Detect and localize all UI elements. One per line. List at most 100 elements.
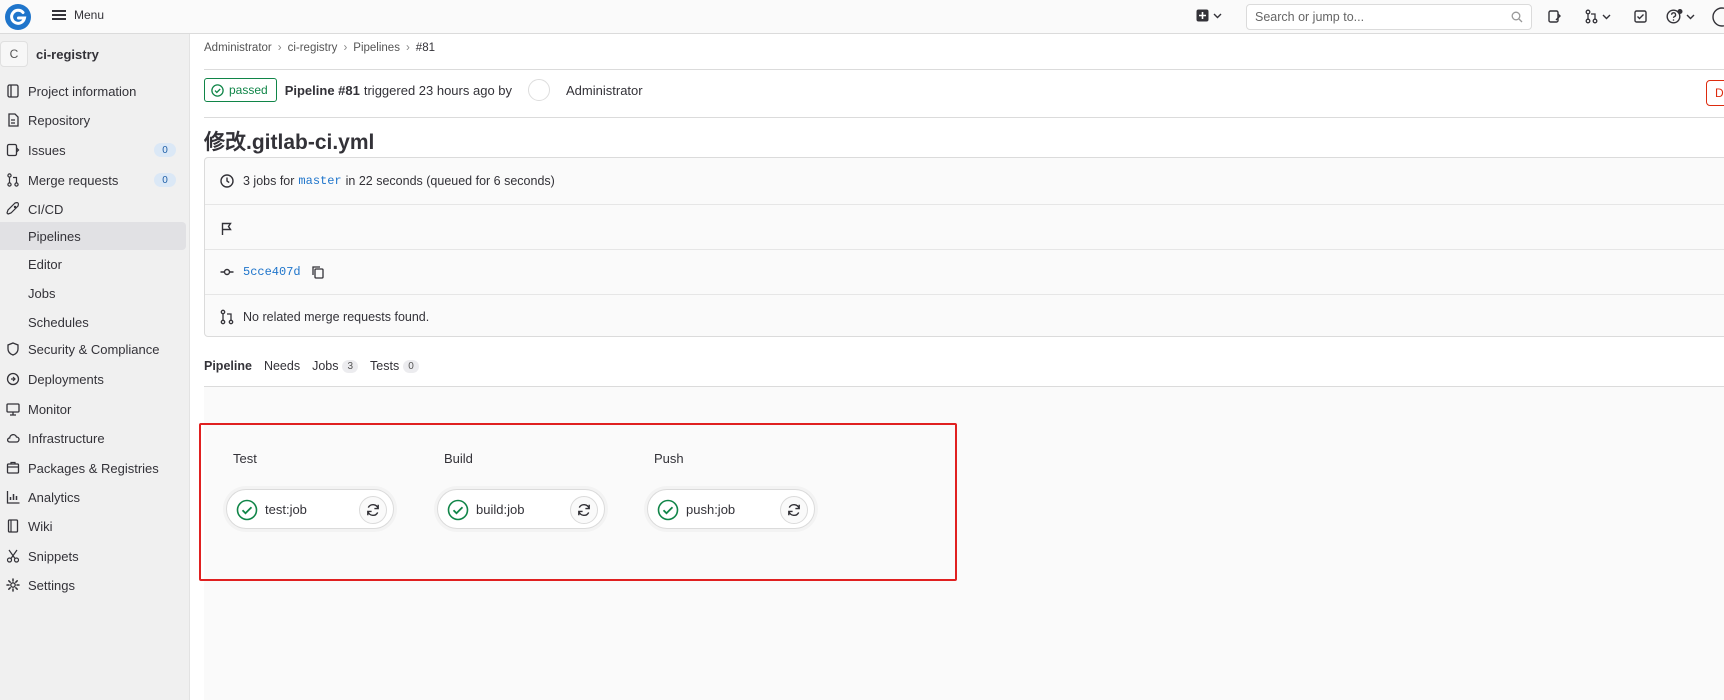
divider xyxy=(204,117,1724,118)
stage-title-build: Build xyxy=(444,451,473,466)
project-name: ci-registry xyxy=(36,46,99,62)
monitor-icon xyxy=(6,403,20,416)
gitlab-logo-icon[interactable] xyxy=(4,3,32,31)
tab-jobs[interactable]: Jobs 3 xyxy=(312,359,359,375)
sidebar-item-label: Packages & Registries xyxy=(28,460,159,476)
search-box[interactable] xyxy=(1246,4,1532,30)
copy-icon[interactable] xyxy=(311,265,325,279)
merge-request-icon xyxy=(1585,9,1598,24)
top-bar: Menu xyxy=(0,0,1724,34)
search-input[interactable] xyxy=(1247,5,1497,29)
status-success-icon xyxy=(211,83,224,97)
help-button[interactable] xyxy=(1666,9,1695,24)
tab-label: Jobs xyxy=(312,359,339,373)
help-icon xyxy=(1666,9,1683,24)
divider xyxy=(205,249,1724,250)
breadcrumb-item-pipelines[interactable]: Pipelines xyxy=(353,42,400,54)
user-avatar-button[interactable] xyxy=(1712,7,1724,27)
deployments-icon xyxy=(6,372,20,386)
sidebar-subitem-jobs[interactable]: Jobs xyxy=(0,279,186,307)
cloud-icon xyxy=(6,434,20,443)
jobs-count-text: 3 jobs for xyxy=(243,174,295,188)
sidebar-item-issues[interactable]: Issues 0 xyxy=(0,137,186,163)
delete-button[interactable]: De xyxy=(1706,80,1724,106)
chevron-right-icon: › xyxy=(277,42,282,54)
divider xyxy=(204,69,1724,70)
sidebar-subitem-label: Editor xyxy=(28,256,62,272)
project-info-icon xyxy=(7,84,19,98)
retry-button[interactable] xyxy=(570,496,598,524)
tab-pipeline[interactable]: Pipeline xyxy=(204,359,252,375)
chevron-right-icon: › xyxy=(343,42,348,54)
status-label: passed xyxy=(229,83,268,97)
sidebar-item-label: Deployments xyxy=(28,371,104,387)
repository-icon xyxy=(8,113,19,127)
status-badge[interactable]: passed xyxy=(204,78,277,102)
job-test[interactable]: test:job xyxy=(226,489,394,529)
job-build[interactable]: build:job xyxy=(437,489,605,529)
sidebar-item-packages-registries[interactable]: Packages & Registries xyxy=(0,455,186,481)
pipeline-user[interactable]: Administrator xyxy=(566,83,643,98)
breadcrumb-item-project[interactable]: ci-registry xyxy=(288,42,338,54)
retry-button[interactable] xyxy=(780,496,808,524)
menu-button[interactable]: Menu xyxy=(52,8,104,22)
tab-needs[interactable]: Needs xyxy=(264,359,300,375)
sidebar-subitem-editor[interactable]: Editor xyxy=(0,250,186,278)
duration-text: in 22 seconds (queued for 6 seconds) xyxy=(345,174,555,188)
create-new-button[interactable] xyxy=(1196,9,1222,22)
sidebar-item-label: Repository xyxy=(28,112,91,128)
todo-check-icon xyxy=(1634,10,1647,23)
sidebar-subitem-label: Jobs xyxy=(28,285,56,301)
plus-square-icon xyxy=(1196,9,1209,22)
sidebar-item-wiki[interactable]: Wiki xyxy=(0,513,186,539)
sidebar-subitem-schedules[interactable]: Schedules xyxy=(0,308,186,336)
sidebar-item-label: Merge requests xyxy=(28,172,119,188)
breadcrumb-item-administrator[interactable]: Administrator xyxy=(204,42,272,54)
tab-tests[interactable]: Tests 0 xyxy=(370,359,419,375)
retry-button[interactable] xyxy=(359,496,387,524)
tab-label: Needs xyxy=(263,359,301,373)
sidebar-item-analytics[interactable]: Analytics xyxy=(0,484,186,510)
job-push[interactable]: push:job xyxy=(647,489,815,529)
avatar[interactable] xyxy=(528,79,551,101)
breadcrumb: Administrator › ci-registry › Pipelines … xyxy=(204,42,435,54)
sidebar-item-snippets[interactable]: Snippets xyxy=(0,543,186,569)
todos-button[interactable] xyxy=(1633,9,1648,24)
branch-link[interactable]: master xyxy=(298,174,341,188)
breadcrumb-item-current[interactable]: #81 xyxy=(416,42,435,54)
main-content: Administrator › ci-registry › Pipelines … xyxy=(190,34,1724,700)
hamburger-icon xyxy=(52,10,66,20)
retry-icon xyxy=(578,503,590,517)
sidebar-item-label: Security & Compliance xyxy=(28,341,160,357)
merge-request-icon xyxy=(7,173,19,187)
flag-icon xyxy=(221,222,232,235)
clock-icon xyxy=(220,174,234,188)
sidebar-item-security-compliance[interactable]: Security & Compliance xyxy=(0,336,186,362)
merge-requests-shortcut-button[interactable] xyxy=(1584,9,1611,24)
project-avatar: C xyxy=(0,41,28,67)
divider xyxy=(205,294,1724,295)
tab-count-badge: 0 xyxy=(403,359,419,373)
pipeline-header: passed Pipeline #81 triggered 23 hours a… xyxy=(204,78,643,102)
status-success-icon xyxy=(657,499,679,521)
sidebar-item-label: Monitor xyxy=(28,401,72,417)
sidebar-item-deployments[interactable]: Deployments xyxy=(0,366,186,392)
sidebar-item-label: Snippets xyxy=(28,548,79,564)
sidebar-item-repository[interactable]: Repository xyxy=(0,107,186,133)
issues-shortcut-button[interactable] xyxy=(1547,9,1562,24)
commit-icon xyxy=(220,268,234,276)
sidebar: C ci-registry Project information Reposi… xyxy=(0,34,190,700)
sidebar-item-merge-requests[interactable]: Merge requests 0 xyxy=(0,167,186,193)
sidebar-item-infrastructure[interactable]: Infrastructure xyxy=(0,425,186,451)
sidebar-item-settings[interactable]: Settings xyxy=(0,572,186,598)
status-success-icon xyxy=(236,499,258,521)
rocket-icon xyxy=(6,202,19,215)
search-icon xyxy=(1511,11,1523,23)
scissors-icon xyxy=(6,549,20,563)
sidebar-item-project-information[interactable]: Project information xyxy=(0,78,186,104)
project-header[interactable]: C ci-registry xyxy=(0,41,99,67)
sidebar-item-ci-cd[interactable]: CI/CD xyxy=(0,196,186,222)
sidebar-item-monitor[interactable]: Monitor xyxy=(0,396,186,422)
commit-sha-link[interactable]: 5cce407d xyxy=(243,265,301,279)
sidebar-subitem-pipelines[interactable]: Pipelines xyxy=(0,222,186,250)
